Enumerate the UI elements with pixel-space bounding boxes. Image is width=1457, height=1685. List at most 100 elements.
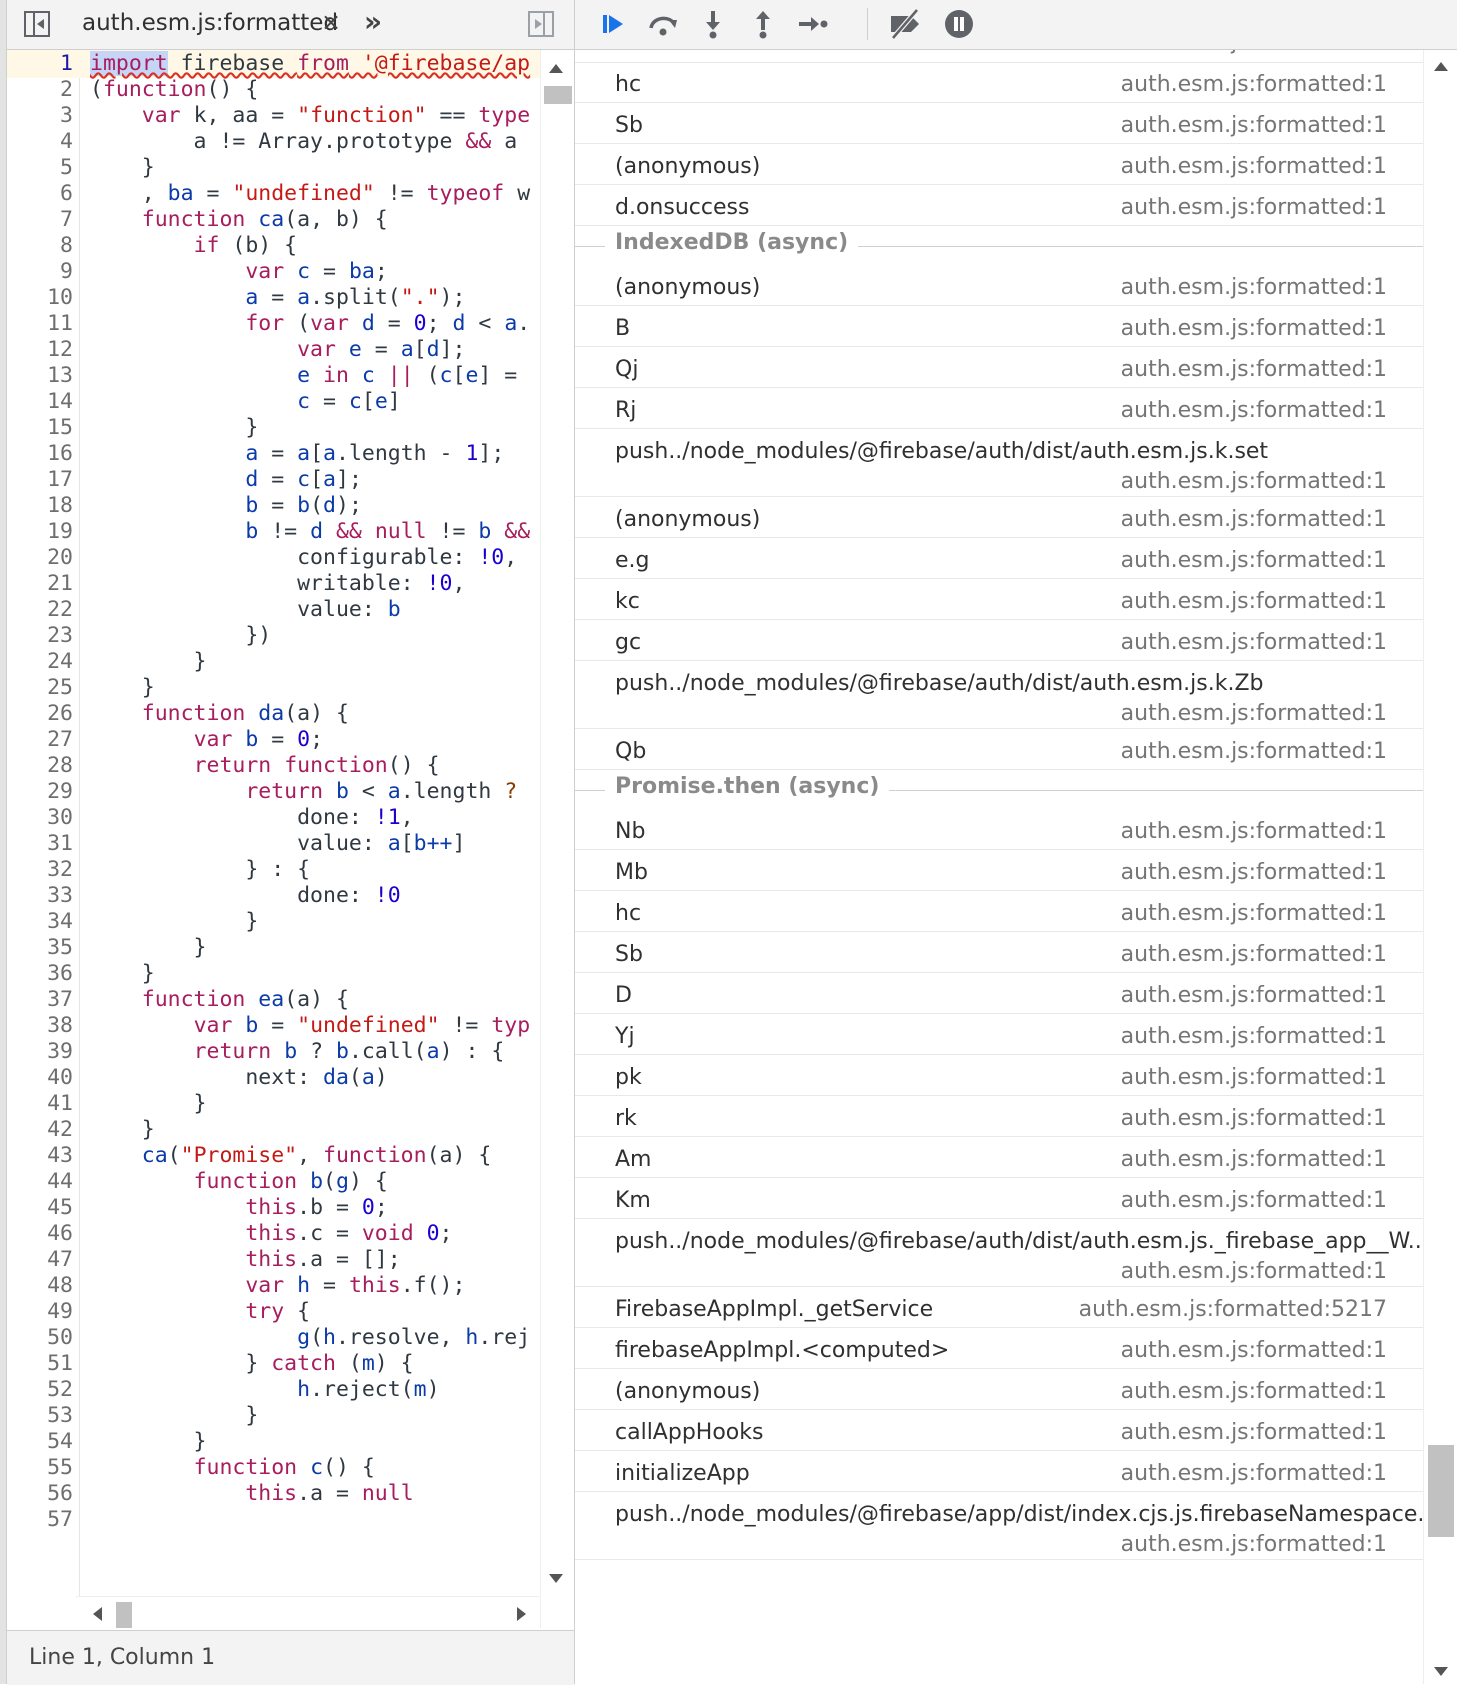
- call-frame-location[interactable]: auth.esm.js:formatted:1: [1121, 1188, 1387, 1213]
- line-number[interactable]: 30: [7, 804, 73, 832]
- code-line[interactable]: 45 this.b = 0;: [7, 1194, 540, 1222]
- call-frame[interactable]: Bauth.esm.js:formatted:1: [575, 306, 1423, 347]
- code-line[interactable]: 2 (function() {: [7, 76, 540, 104]
- call-frame-location[interactable]: auth.esm.js:formatted:1: [1121, 589, 1387, 614]
- line-number[interactable]: 11: [7, 310, 73, 338]
- line-number[interactable]: 16: [7, 440, 73, 468]
- pause-on-exceptions-icon[interactable]: [945, 10, 973, 38]
- code-line[interactable]: 55 function c() {: [7, 1454, 540, 1482]
- code-line[interactable]: 32 } : {: [7, 856, 540, 884]
- call-frame-location[interactable]: auth.esm.js:formatted:1: [1121, 275, 1387, 300]
- code-line[interactable]: 35 }: [7, 934, 540, 962]
- line-number[interactable]: 13: [7, 362, 73, 390]
- line-number[interactable]: 34: [7, 908, 73, 936]
- code-line[interactable]: 30 done: !1,: [7, 804, 540, 832]
- call-frame[interactable]: (anonymous) auth.esm.js:formatted:1: [575, 144, 1423, 185]
- code-line[interactable]: 34 }: [7, 908, 540, 936]
- call-frame[interactable]: Qb auth.esm.js:formatted:1: [575, 729, 1423, 770]
- scroll-thumb[interactable]: [116, 1602, 132, 1628]
- line-number[interactable]: 41: [7, 1090, 73, 1118]
- code-line[interactable]: 47 this.a = [];: [7, 1246, 540, 1274]
- code-line[interactable]: 40 next: da(a): [7, 1064, 540, 1092]
- line-number[interactable]: 7: [7, 206, 73, 234]
- call-frame-location[interactable]: auth.esm.js:formatted:1: [1121, 1065, 1387, 1090]
- code-line[interactable]: 51 } catch (m) {: [7, 1350, 540, 1378]
- line-number[interactable]: 57: [7, 1506, 73, 1534]
- code-line[interactable]: 53 }: [7, 1402, 540, 1430]
- editor-tab-title[interactable]: auth.esm.js:formatted: [82, 10, 338, 36]
- line-number[interactable]: 8: [7, 232, 73, 260]
- deactivate-breakpoints-icon[interactable]: [885, 6, 927, 42]
- code-line[interactable]: 31 value: a[b++]: [7, 830, 540, 858]
- code-line[interactable]: 28 return function() {: [7, 752, 540, 780]
- debugger-toggle-icon[interactable]: [528, 11, 554, 37]
- line-number[interactable]: 2: [7, 76, 73, 104]
- call-frame-location[interactable]: auth.esm.js:formatted:1: [1121, 1420, 1387, 1445]
- call-frame-location[interactable]: auth.esm.js:formatted:1: [1121, 507, 1387, 532]
- line-number[interactable]: 32: [7, 856, 73, 884]
- navigator-toggle-icon[interactable]: [24, 11, 50, 37]
- call-frame-location[interactable]: auth.esm.js:formatted:1: [1121, 942, 1387, 967]
- call-frame-location[interactable]: auth.esm.js:formatted:1: [1121, 548, 1387, 573]
- code-editor[interactable]: 1 import firebase from '@firebase/ap 2 (fun…: [7, 50, 540, 1628]
- call-frame-location[interactable]: auth.esm.js:formatted:1: [1121, 316, 1387, 341]
- line-number[interactable]: 6: [7, 180, 73, 208]
- call-frame-location[interactable]: auth.esm.js:formatted:1: [1121, 72, 1387, 97]
- code-line[interactable]: 14 c = c[e]: [7, 388, 540, 416]
- line-number[interactable]: 21: [7, 570, 73, 598]
- code-line[interactable]: 10 a = a.split(".");: [7, 284, 540, 312]
- call-frame[interactable]: Yj auth.esm.js:formatted:1: [575, 1014, 1423, 1055]
- line-number[interactable]: 40: [7, 1064, 73, 1092]
- line-number[interactable]: 14: [7, 388, 73, 416]
- call-frame[interactable]: pk auth.esm.js:formatted:1: [575, 1055, 1423, 1096]
- call-frame[interactable]: Mb auth.esm.js:formatted:1: [575, 850, 1423, 891]
- code-line[interactable]: 27 var b = 0;: [7, 726, 540, 754]
- line-number[interactable]: 48: [7, 1272, 73, 1300]
- call-frame[interactable]: Am auth.esm.js:formatted:1: [575, 1137, 1423, 1178]
- line-number[interactable]: 4: [7, 128, 73, 156]
- line-number[interactable]: 35: [7, 934, 73, 962]
- call-frame[interactable]: Rj auth.esm.js:formatted:1: [575, 388, 1423, 429]
- code-line[interactable]: 15 }: [7, 414, 540, 442]
- line-number[interactable]: 28: [7, 752, 73, 780]
- line-number[interactable]: 52: [7, 1376, 73, 1404]
- call-frame[interactable]: (anonymous) auth.esm.js:formatted:1: [575, 497, 1423, 538]
- line-number[interactable]: 53: [7, 1402, 73, 1430]
- line-number[interactable]: 39: [7, 1038, 73, 1066]
- scroll-thumb[interactable]: [544, 86, 572, 104]
- line-number[interactable]: 15: [7, 414, 73, 442]
- scroll-down-icon[interactable]: [1434, 1667, 1448, 1676]
- line-number[interactable]: 56: [7, 1480, 73, 1508]
- code-line[interactable]: 50 g(h.resolve, h.rej: [7, 1324, 540, 1352]
- line-number[interactable]: 3: [7, 102, 73, 130]
- call-frame[interactable]: d.onsuccess auth.esm.js:formatted:1: [575, 185, 1423, 226]
- line-number[interactable]: 46: [7, 1220, 73, 1248]
- line-number[interactable]: 26: [7, 700, 73, 728]
- call-frame[interactable]: Nb auth.esm.js:formatted:1: [575, 809, 1423, 850]
- line-number[interactable]: 44: [7, 1168, 73, 1196]
- line-number[interactable]: 24: [7, 648, 73, 676]
- code-line[interactable]: 21 writable: !0,: [7, 570, 540, 598]
- code-line[interactable]: 11 for (var d = 0; d < a.: [7, 310, 540, 338]
- close-icon[interactable]: ×: [321, 8, 341, 36]
- call-frame-location[interactable]: auth.esm.js:formatted:1: [1121, 901, 1387, 926]
- call-frame-location[interactable]: auth.esm.js:formatted:1: [1121, 701, 1387, 726]
- call-frame[interactable]: FirebaseAppImpl._getService auth.esm.js:f…: [575, 1287, 1423, 1328]
- scroll-down-icon[interactable]: [549, 1574, 563, 1583]
- code-line[interactable]: 41 }: [7, 1090, 540, 1118]
- call-frame[interactable]: Sb auth.esm.js:formatted:1: [575, 932, 1423, 973]
- code-line[interactable]: 49 try {: [7, 1298, 540, 1326]
- call-frame[interactable]: Qj auth.esm.js:formatted:1: [575, 347, 1423, 388]
- call-frame-location[interactable]: auth.esm.js:formatted:1: [1121, 860, 1387, 885]
- line-number[interactable]: 38: [7, 1012, 73, 1040]
- line-number[interactable]: 49: [7, 1298, 73, 1326]
- line-number[interactable]: 5: [7, 154, 73, 182]
- call-frame-location[interactable]: auth.esm.js:formatted:1: [1121, 50, 1387, 55]
- editor-horizontal-scrollbar[interactable]: [76, 1596, 539, 1630]
- code-line[interactable]: 16 a = a[a.length - 1];: [7, 440, 540, 468]
- code-line[interactable]: 38 var b = "undefined" != typ: [7, 1012, 540, 1040]
- line-number[interactable]: 17: [7, 466, 73, 494]
- code-line[interactable]: 12 var e = a[d];: [7, 336, 540, 364]
- call-frame-location[interactable]: auth.esm.js:formatted:1: [1121, 1106, 1387, 1131]
- scroll-left-icon[interactable]: [93, 1607, 102, 1621]
